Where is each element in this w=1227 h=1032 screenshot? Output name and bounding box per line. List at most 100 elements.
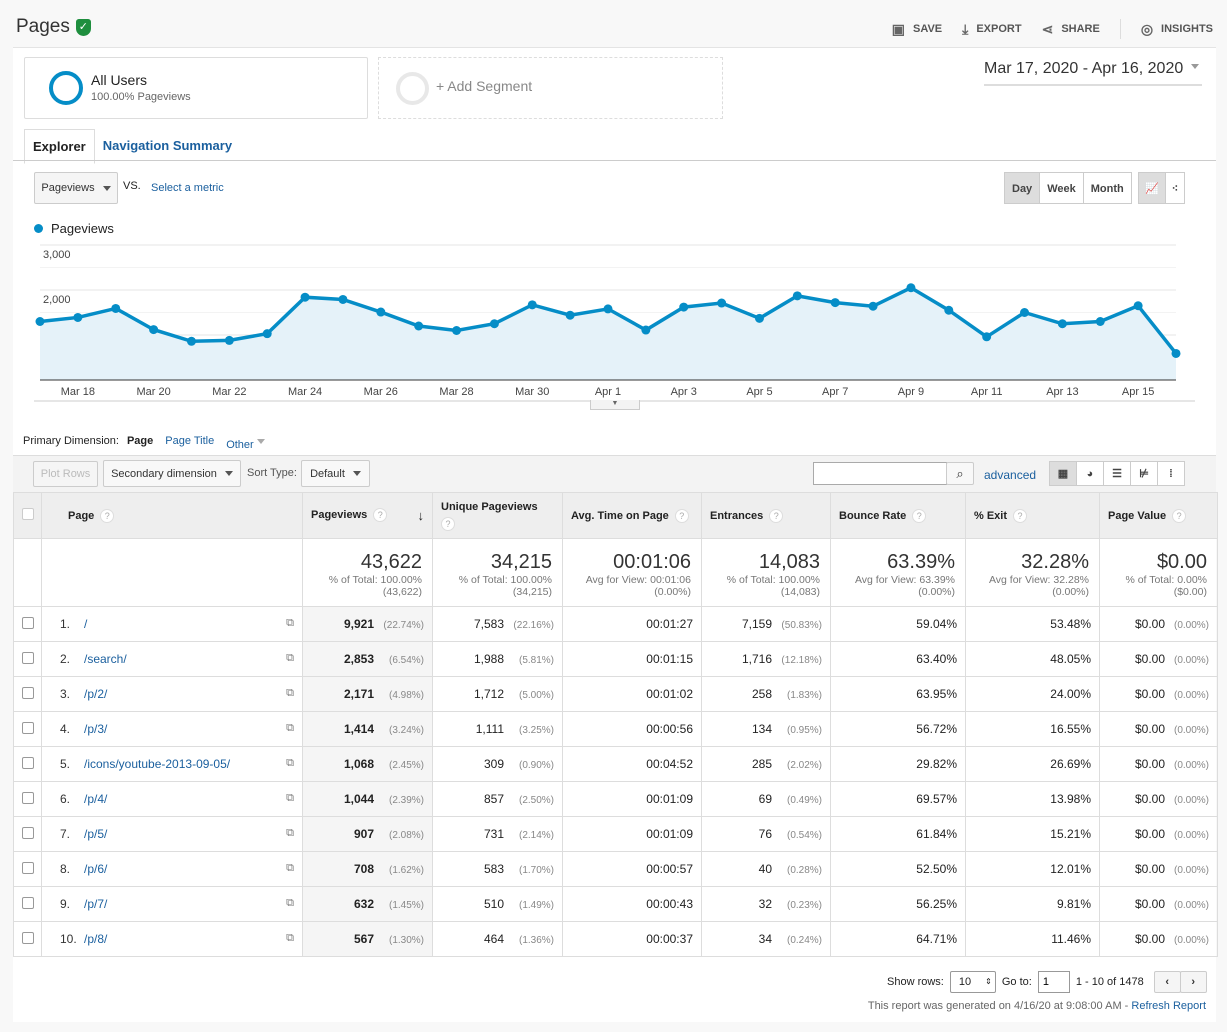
page-link[interactable]: /icons/youtube-2013-09-05/	[84, 757, 230, 771]
line-chart-icon[interactable]: 📈	[1138, 172, 1166, 204]
pivot-view-icon[interactable]: ⁞	[1157, 461, 1185, 486]
help-icon[interactable]: ?	[1013, 508, 1028, 523]
select-metric-link[interactable]: Select a metric	[151, 182, 224, 194]
page-link[interactable]: /p/6/	[84, 862, 107, 876]
total-cell: 34,215% of Total: 100.00% (34,215)	[432, 538, 563, 607]
avg-time-value: 00:01:02	[562, 676, 702, 712]
help-icon[interactable]: ?	[1172, 508, 1187, 523]
col-entrances[interactable]: Entrances?	[701, 492, 831, 539]
metric-select[interactable]: Pageviews	[34, 172, 118, 204]
insights-label: INSIGHTS	[1161, 23, 1213, 35]
bounce-rate-value: 61.84%	[830, 816, 966, 852]
select-all-checkbox[interactable]	[22, 508, 34, 520]
row-checkbox[interactable]	[21, 791, 34, 804]
row-checkbox[interactable]	[21, 616, 34, 629]
page-value-pct: (0.00%)	[1173, 935, 1209, 946]
table-view-icon[interactable]: ▦	[1049, 461, 1077, 486]
secondary-dimension-select[interactable]: Secondary dimension	[103, 460, 241, 487]
search-icon[interactable]: ⌕	[946, 462, 974, 485]
row-checkbox[interactable]	[21, 826, 34, 839]
insights-button[interactable]: ◎ INSIGHTS	[1141, 19, 1213, 39]
advanced-filter-link[interactable]: advanced	[984, 468, 1036, 482]
col-unique-pageviews[interactable]: Unique Pageviews?	[432, 492, 563, 539]
period-week[interactable]: Week	[1039, 172, 1084, 204]
page-link[interactable]: /p/2/	[84, 687, 107, 701]
col-page-value[interactable]: Page Value?	[1099, 492, 1218, 539]
col-avg-time[interactable]: Avg. Time on Page?	[562, 492, 702, 539]
bounce-rate-value: 69.57%	[830, 781, 966, 817]
open-page-icon[interactable]: ⧉	[286, 862, 294, 875]
col-page[interactable]: Page?	[41, 492, 303, 539]
col-pageviews[interactable]: Pageviews? ↓	[302, 492, 433, 539]
segment-all-users[interactable]: All Users 100.00% Pageviews	[24, 57, 368, 119]
show-rows-select[interactable]: 10 ⇕	[949, 971, 996, 993]
col-bounce-rate[interactable]: Bounce Rate?	[830, 492, 966, 539]
refresh-report-link[interactable]: Refresh Report	[1131, 1000, 1206, 1012]
plot-rows-button[interactable]: Plot Rows	[33, 461, 98, 487]
period-month[interactable]: Month	[1082, 172, 1132, 204]
open-page-icon[interactable]: ⧉	[286, 827, 294, 840]
export-button[interactable]: ⤓ EXPORT	[962, 19, 1021, 39]
open-page-icon[interactable]: ⧉	[286, 722, 294, 735]
performance-view-icon[interactable]: ☰	[1103, 461, 1131, 486]
dimension-page-title[interactable]: Page Title	[165, 435, 214, 451]
open-page-icon[interactable]: ⧉	[286, 932, 294, 945]
chart-collapse-handle[interactable]: ▼	[590, 400, 640, 410]
page-link[interactable]: /p/8/	[84, 932, 107, 946]
prev-page-button[interactable]: ‹	[1153, 971, 1181, 993]
unique-pageviews-pct: (3.25%)	[518, 725, 554, 736]
open-page-icon[interactable]: ⧉	[286, 757, 294, 770]
row-checkbox[interactable]	[21, 756, 34, 769]
tab-explorer[interactable]: Explorer	[24, 129, 95, 164]
next-page-button[interactable]: ›	[1179, 971, 1207, 993]
open-page-icon[interactable]: ⧉	[286, 687, 294, 700]
row-checkbox[interactable]	[21, 651, 34, 664]
open-page-icon[interactable]: ⧉	[286, 617, 294, 630]
help-icon[interactable]: ?	[674, 508, 689, 523]
page-link[interactable]: /p/4/	[84, 792, 107, 806]
title-text: Pages	[16, 16, 70, 37]
table-header: Page? Pageviews? ↓ Unique Pageviews? Avg.…	[13, 492, 1218, 539]
page-link[interactable]: /search/	[84, 652, 127, 666]
entrances-value: 76	[758, 827, 772, 841]
help-icon[interactable]: ?	[373, 508, 388, 522]
pie-view-icon[interactable]: ◕	[1076, 461, 1104, 486]
tab-navigation-summary[interactable]: Navigation Summary	[95, 129, 240, 164]
help-icon[interactable]: ?	[100, 508, 115, 523]
add-segment-button[interactable]: + Add Segment	[378, 57, 723, 119]
open-page-icon[interactable]: ⧉	[286, 897, 294, 910]
help-icon[interactable]: ?	[769, 508, 784, 523]
row-checkbox[interactable]	[21, 931, 34, 944]
dimension-page[interactable]: Page	[127, 435, 153, 451]
page-link[interactable]: /p/3/	[84, 722, 107, 736]
save-button[interactable]: ▣ SAVE	[892, 19, 942, 39]
goto-input[interactable]	[1037, 971, 1070, 993]
unique-pageviews-pct: (2.14%)	[518, 830, 554, 841]
page-link[interactable]: /	[84, 617, 87, 631]
show-rows-label: Show rows:	[887, 976, 944, 988]
share-button[interactable]: ⋖ SHARE	[1042, 19, 1100, 39]
help-icon[interactable]: ?	[912, 508, 927, 523]
page-value-pct: (0.00%)	[1173, 690, 1209, 701]
row-checkbox[interactable]	[21, 721, 34, 734]
help-icon[interactable]: ?	[441, 517, 455, 531]
row-checkbox[interactable]	[21, 861, 34, 874]
period-day[interactable]: Day	[1004, 172, 1041, 204]
open-page-icon[interactable]: ⧉	[286, 652, 294, 665]
page-link[interactable]: /p/7/	[84, 897, 107, 911]
row-checkbox[interactable]	[21, 896, 34, 909]
row-checkbox[interactable]	[21, 686, 34, 699]
sort-type-select[interactable]: Default	[301, 460, 370, 487]
table-search-input[interactable]	[813, 462, 947, 485]
comparison-view-icon[interactable]: ⊭	[1130, 461, 1158, 486]
date-range-picker[interactable]: Mar 17, 2020 - Apr 16, 2020	[984, 60, 1202, 86]
sort-value: Default	[310, 467, 345, 480]
y-tick-label: 3,000	[43, 249, 71, 261]
dimension-other[interactable]: Other	[226, 435, 265, 451]
page-link[interactable]: /p/5/	[84, 827, 107, 841]
col-exit[interactable]: % Exit?	[965, 492, 1100, 539]
data-point	[982, 332, 992, 342]
chevron-down-icon	[1191, 64, 1200, 73]
open-page-icon[interactable]: ⧉	[286, 792, 294, 805]
motion-chart-icon[interactable]: ⁖	[1164, 172, 1186, 204]
